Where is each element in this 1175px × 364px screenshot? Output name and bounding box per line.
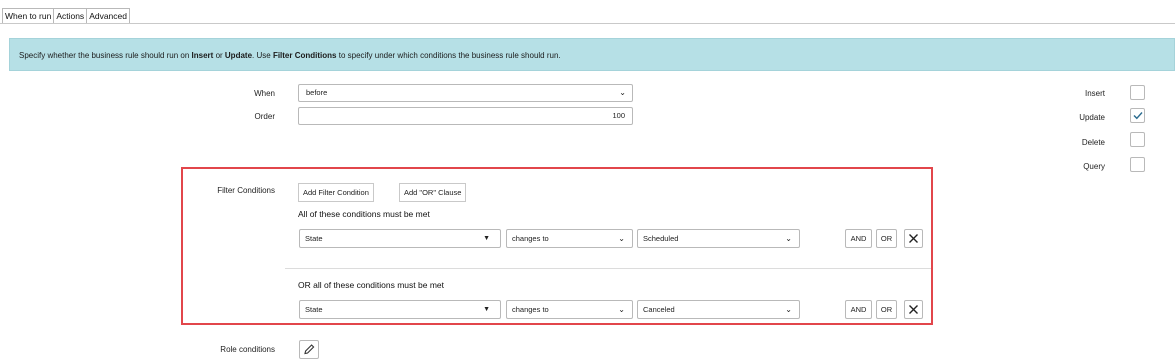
condition2-operator-select[interactable]: changes to ⌄	[506, 300, 633, 319]
insert-label: Insert	[1084, 89, 1105, 98]
chevron-down-icon: ⌄	[618, 234, 625, 243]
caret-down-icon: ▼	[483, 235, 490, 242]
condition2-field-value: State	[305, 305, 323, 314]
delete-checkbox[interactable]	[1130, 132, 1145, 147]
condition1-field-select[interactable]: State ▼	[299, 229, 501, 248]
when-label: When	[254, 89, 275, 98]
condition2-value: Canceled	[643, 305, 675, 314]
banner-filter-conditions: Filter Conditions	[272, 51, 337, 60]
chevron-down-icon: ⌄	[785, 305, 792, 314]
banner-text-1: Specify whether the business rule should…	[19, 51, 192, 60]
pencil-icon	[304, 344, 315, 355]
condition1-or-button[interactable]: OR	[876, 229, 897, 248]
when-value: before	[306, 88, 328, 97]
condition2-operator-value: changes to	[512, 305, 549, 314]
chevron-down-icon: ⌄	[785, 234, 792, 243]
banner-insert: Insert	[191, 51, 214, 60]
query-label: Query	[1083, 162, 1105, 171]
group1-hint: All of these conditions must be met	[298, 209, 430, 219]
tab-actions[interactable]: Actions	[53, 8, 88, 23]
insert-checkbox[interactable]	[1130, 85, 1145, 100]
close-icon	[909, 234, 918, 243]
banner-text-3: . Use	[252, 51, 273, 60]
filter-conditions-label: Filter Conditions	[217, 186, 275, 195]
chevron-down-icon: ⌄	[618, 305, 625, 314]
condition2-field-select[interactable]: State ▼	[299, 300, 501, 319]
condition1-operator-select[interactable]: changes to ⌄	[506, 229, 633, 248]
order-input[interactable]: 100	[298, 107, 633, 125]
info-banner: Specify whether the business rule should…	[9, 38, 1175, 71]
banner-update: Update	[224, 51, 253, 60]
when-select[interactable]: before ⌄	[298, 84, 633, 102]
banner-text-4: to specify under which conditions the bu…	[336, 51, 561, 60]
chevron-down-icon: ⌄	[619, 88, 626, 97]
check-icon	[1133, 112, 1143, 120]
banner-text-2: or	[213, 51, 225, 60]
tab-when-to-run[interactable]: When to run	[2, 8, 55, 23]
edit-role-conditions-button[interactable]	[299, 340, 319, 359]
condition1-value-select[interactable]: Scheduled ⌄	[637, 229, 800, 248]
update-label: Update	[1079, 113, 1105, 122]
condition2-value-select[interactable]: Canceled ⌄	[637, 300, 800, 319]
close-icon	[909, 305, 918, 314]
condition1-field-value: State	[305, 234, 323, 243]
tab-bar: When to run Actions Advanced	[2, 8, 130, 23]
condition1-remove-button[interactable]	[904, 229, 923, 248]
tab-advanced[interactable]: Advanced	[86, 8, 130, 23]
update-checkbox[interactable]	[1130, 108, 1145, 123]
query-checkbox[interactable]	[1130, 157, 1145, 172]
order-label: Order	[254, 112, 275, 121]
add-filter-condition-button[interactable]: Add Filter Condition	[298, 183, 374, 202]
condition1-operator-value: changes to	[512, 234, 549, 243]
add-or-clause-button[interactable]: Add "OR" Clause	[399, 183, 467, 202]
condition2-or-button[interactable]: OR	[876, 300, 897, 319]
condition2-and-button[interactable]: AND	[845, 300, 872, 319]
condition1-and-button[interactable]: AND	[845, 229, 872, 248]
role-conditions-label: Role conditions	[220, 345, 275, 354]
delete-label: Delete	[1081, 138, 1105, 147]
caret-down-icon: ▼	[483, 306, 490, 313]
or-group-divider	[285, 268, 931, 269]
group2-hint: OR all of these conditions must be met	[298, 280, 444, 290]
condition1-value: Scheduled	[643, 234, 679, 243]
condition2-remove-button[interactable]	[904, 300, 923, 319]
tab-divider	[0, 23, 1175, 24]
